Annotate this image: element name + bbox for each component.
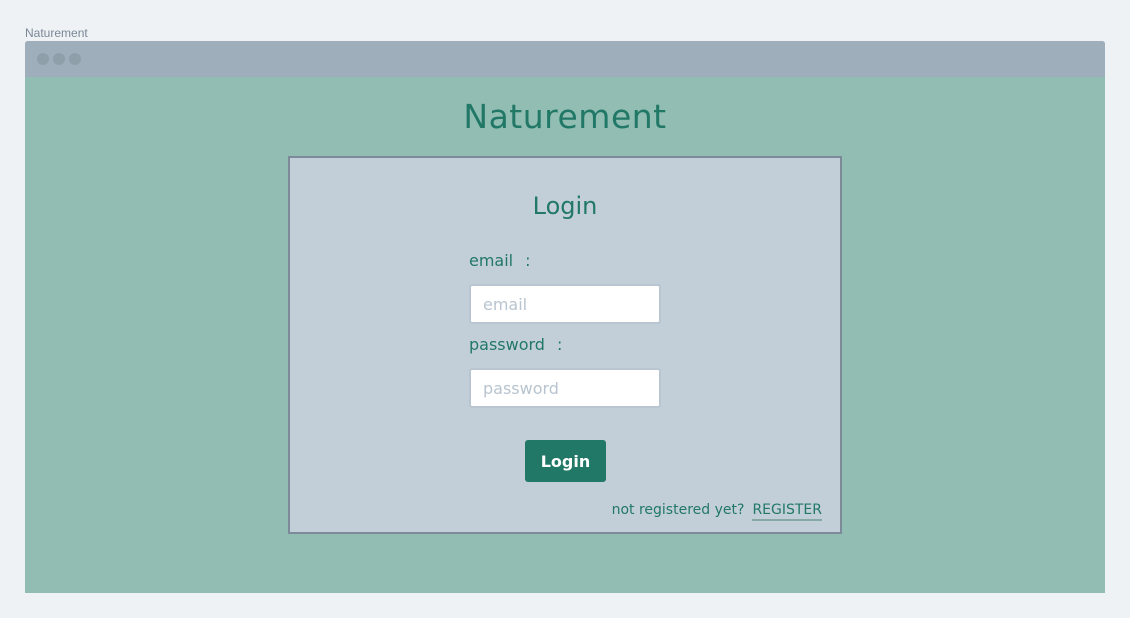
login-button[interactable]: Login	[525, 440, 606, 482]
password-input[interactable]	[469, 368, 661, 408]
browser-titlebar	[25, 41, 1105, 77]
register-link[interactable]: REGISTER	[752, 502, 822, 521]
password-label: password:	[469, 335, 562, 354]
password-label-colon: :	[556, 335, 563, 354]
email-label-colon: :	[525, 251, 531, 270]
password-label-text: password	[469, 335, 545, 354]
login-card: Login email: password: Login not registe…	[288, 156, 842, 534]
browser-window: Naturement Login email: password: Login …	[25, 41, 1105, 593]
site-title: Naturement	[463, 97, 667, 136]
not-registered-text: not registered yet?	[611, 502, 745, 518]
email-label: email:	[469, 251, 531, 270]
window-control-dot-icon[interactable]	[69, 53, 81, 65]
window-label: Naturement	[25, 26, 88, 40]
register-row: not registered yet? REGISTER	[611, 502, 822, 521]
email-label-text: email	[469, 251, 514, 270]
window-control-dot-icon[interactable]	[53, 53, 65, 65]
window-control-dot-icon[interactable]	[37, 53, 49, 65]
login-title: Login	[532, 192, 598, 220]
email-input[interactable]	[469, 284, 661, 324]
